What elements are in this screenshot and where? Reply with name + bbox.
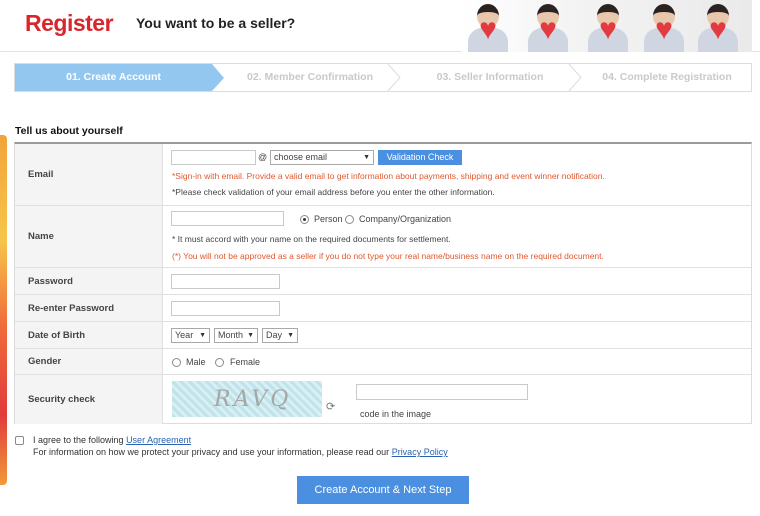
radio-person-label: Person — [314, 214, 343, 224]
agree-checkbox[interactable] — [15, 436, 24, 445]
agreement-line: I agree to the following User Agreement — [33, 435, 191, 445]
step-seller-information: 03. Seller Information — [436, 71, 544, 83]
email-note-validation: *Please check validation of your email a… — [172, 187, 495, 197]
dob-year-value: Year — [175, 330, 194, 340]
reenter-password-row: Re-enter Password — [15, 295, 751, 322]
chevron-down-icon: ▼ — [199, 332, 206, 339]
dob-month-value: Month — [218, 330, 244, 340]
radio-company[interactable] — [345, 215, 354, 224]
privacy-line: For information on how we protect your p… — [33, 447, 448, 457]
reenter-password-label: Re-enter Password — [15, 295, 163, 321]
gender-label: Gender — [15, 349, 163, 374]
step-separator-icon — [387, 64, 401, 91]
banner-person: ♥ — [640, 2, 688, 52]
dob-month-select[interactable]: Month ▼ — [214, 328, 258, 343]
security-row: Security check RAVQ ⟳ code in the image — [15, 375, 751, 424]
step-separator-icon — [568, 64, 582, 91]
dob-row: Date of Birth Year ▼ Month ▼ Day ▼ — [15, 322, 751, 349]
dob-label: Date of Birth — [15, 322, 163, 348]
password-row: Password — [15, 268, 751, 295]
captcha-input[interactable] — [356, 384, 528, 400]
email-note-signin: *Sign-in with email. Provide a valid ema… — [172, 171, 605, 181]
email-local-input[interactable] — [171, 150, 256, 165]
reenter-password-input[interactable] — [171, 301, 280, 316]
header-tagline: You want to be a seller? — [136, 15, 296, 31]
page-header: Register You want to be a seller? ♥ ♥ ♥ … — [0, 0, 760, 52]
step-create-account: 01. Create Account — [15, 64, 212, 91]
name-note-settlement: * It must accord with your name on the r… — [172, 234, 451, 244]
captcha-image: RAVQ — [172, 381, 322, 417]
radio-female[interactable] — [215, 358, 224, 367]
agreement-text: I agree to the following — [33, 435, 127, 445]
banner-person: ♥ — [464, 2, 512, 52]
name-input[interactable] — [171, 211, 284, 226]
register-logo: Register — [25, 10, 114, 36]
captcha-text: RAVQ — [214, 387, 292, 412]
password-label: Password — [15, 268, 163, 294]
radio-male[interactable] — [172, 358, 181, 367]
privacy-policy-link[interactable]: Privacy Policy — [392, 447, 448, 457]
create-account-next-step-button[interactable]: Create Account & Next Step — [297, 476, 469, 504]
radio-male-label: Male — [186, 357, 206, 367]
user-agreement-link[interactable]: User Agreement — [126, 435, 191, 445]
privacy-text: For information on how we protect your p… — [33, 447, 392, 457]
chevron-down-icon: ▼ — [247, 332, 254, 339]
name-label: Name — [15, 206, 163, 267]
name-row: Name Person Company/Organization * It mu… — [15, 206, 751, 268]
email-domain-select[interactable]: choose email ▼ — [270, 150, 374, 165]
banner-person: ♥ — [584, 2, 632, 52]
section-title: Tell us about yourself — [15, 125, 123, 137]
step-member-confirmation: 02. Member Confirmation — [246, 71, 374, 83]
chevron-down-icon: ▼ — [363, 154, 370, 161]
radio-company-label: Company/Organization — [359, 214, 452, 224]
email-row: Email @ choose email ▼ Validation Check … — [15, 144, 751, 206]
dob-day-value: Day — [266, 330, 283, 340]
dob-day-select[interactable]: Day ▼ — [262, 328, 298, 343]
email-domain-select-value: choose email — [274, 152, 328, 162]
security-label: Security check — [15, 375, 163, 424]
seller-registration-form: Email @ choose email ▼ Validation Check … — [14, 142, 752, 424]
validation-check-button[interactable]: Validation Check — [378, 150, 462, 165]
header-banner-image: ♥ ♥ ♥ ♥ ♥ — [462, 0, 752, 52]
password-input[interactable] — [171, 274, 280, 289]
captcha-hint: code in the image — [360, 409, 432, 419]
at-sign: @ — [258, 152, 268, 162]
refresh-icon[interactable]: ⟳ — [326, 400, 335, 413]
email-label: Email — [15, 144, 163, 205]
banner-person: ♥ — [524, 2, 572, 52]
gender-row: Gender Male Female — [15, 349, 751, 375]
left-edge-decoration — [0, 135, 7, 485]
banner-person: ♥ — [694, 2, 742, 52]
step-complete-registration: 04. Complete Registration — [602, 71, 732, 83]
radio-female-label: Female — [230, 357, 261, 367]
registration-steps: 01. Create Account 02. Member Confirmati… — [14, 63, 752, 92]
name-note-approval: (*) You will not be approved as a seller… — [172, 251, 604, 261]
dob-year-select[interactable]: Year ▼ — [171, 328, 210, 343]
chevron-down-icon: ▼ — [287, 332, 294, 339]
radio-person[interactable] — [300, 215, 309, 224]
